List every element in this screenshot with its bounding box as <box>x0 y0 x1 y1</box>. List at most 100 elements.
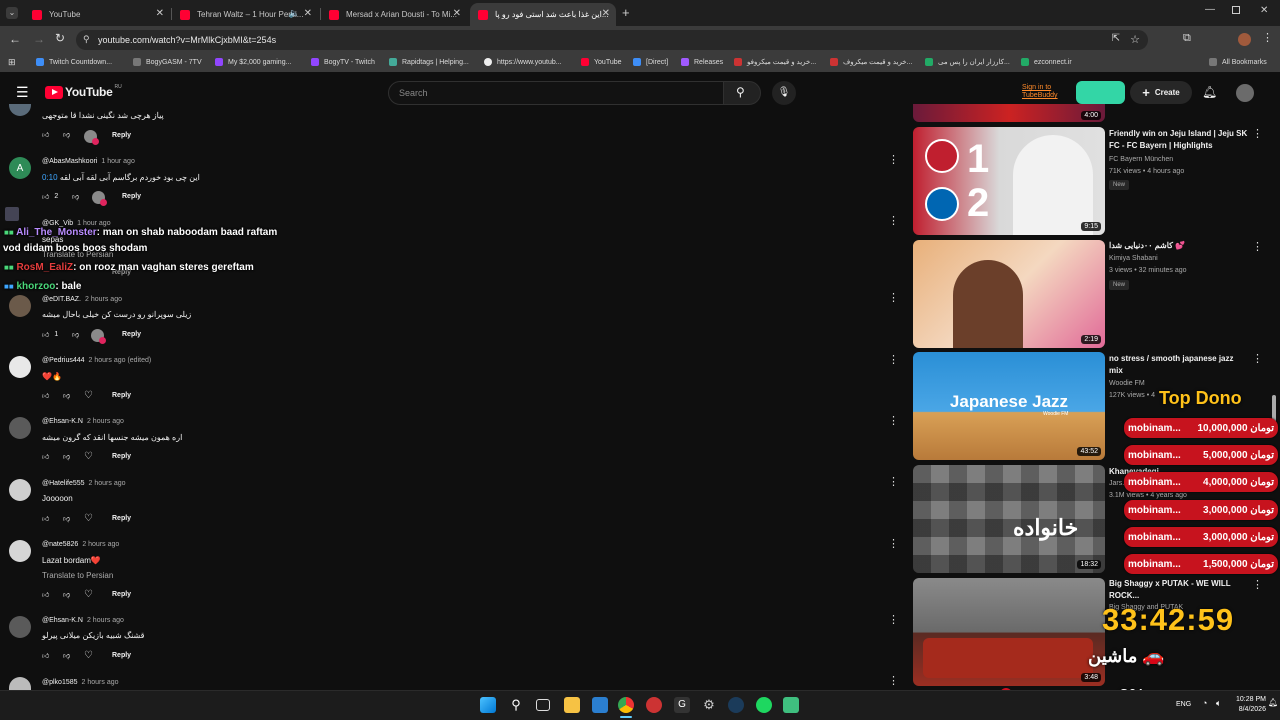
comment-avatar[interactable] <box>5 207 19 221</box>
video-channel[interactable]: FC Bayern München <box>1109 156 1173 163</box>
bookmark-item[interactable]: کارزار ایران را پس می... <box>925 58 1010 66</box>
like-button[interactable]: 👍︎ <box>42 590 49 599</box>
voice-search-button[interactable]: 🎙 <box>772 81 796 105</box>
forward-icon[interactable]: → <box>33 32 45 46</box>
close-tab-icon[interactable]: ✕ <box>156 8 164 19</box>
like-button[interactable]: 👍︎ 1 <box>42 330 58 339</box>
comment-menu-icon[interactable]: ⋮ <box>888 293 899 304</box>
bookmark-star-icon[interactable]: ☆ <box>1130 33 1140 46</box>
bookmark-item[interactable]: YouTube <box>581 58 622 66</box>
dislike-button[interactable]: 👎︎ <box>63 452 70 461</box>
notifications-bell-icon[interactable]: 🔔︎ <box>1202 85 1217 99</box>
app-icon[interactable] <box>783 697 799 713</box>
video-title[interactable]: کاشم ۰۰دنیایی شدا 💕 <box>1109 240 1249 252</box>
chrome-icon[interactable] <box>618 697 634 713</box>
cast-icon[interactable]: ⇱ <box>1112 33 1120 44</box>
reply-button[interactable]: Reply <box>112 652 131 659</box>
comment-menu-icon[interactable]: ⋮ <box>888 539 899 550</box>
heart-icon[interactable]: ♡ <box>84 513 93 524</box>
video-menu-icon[interactable]: ⋮ <box>1252 580 1263 591</box>
comment-author[interactable]: @Pedrius444 2 hours ago (edited) <box>42 357 151 364</box>
bookmark-item[interactable]: [Direct] <box>633 58 668 66</box>
like-button[interactable]: 👍︎ <box>42 452 49 461</box>
bookmark-item[interactable]: خرید و قیمت میکروف... <box>830 58 912 66</box>
back-icon[interactable]: ← <box>9 32 21 46</box>
comment-avatar[interactable] <box>9 356 31 378</box>
search-input[interactable]: Search <box>388 81 724 105</box>
comment-menu-icon[interactable]: ⋮ <box>888 155 899 166</box>
video-thumbnail[interactable]: 2:19 <box>913 240 1105 348</box>
like-button[interactable]: 👍︎ 2 <box>42 192 58 201</box>
account-avatar[interactable] <box>1236 84 1254 102</box>
wifi-icon[interactable]: ◔ <box>1202 698 1207 708</box>
hamburger-menu-icon[interactable]: ☰ <box>16 84 29 101</box>
heart-icon[interactable]: ♡ <box>84 451 93 462</box>
bookmark-item[interactable]: Twitch Countdown... <box>36 58 112 66</box>
video-title[interactable]: Big Shaggy x PUTAK - WE WILL ROCK... <box>1109 578 1249 602</box>
comment-avatar[interactable]: A <box>9 157 31 179</box>
app-icon[interactable]: G <box>674 697 690 713</box>
speaker-icon[interactable]: 🔈 <box>289 8 300 19</box>
profile-avatar[interactable] <box>1238 33 1251 46</box>
settings-gear-icon[interactable]: ⚙ <box>701 697 717 713</box>
dislike-button[interactable]: 👎︎ <box>63 514 70 523</box>
heart-icon[interactable]: ♡ <box>84 589 93 600</box>
task-view-icon[interactable] <box>536 699 550 711</box>
address-bar[interactable]: ⚲ youtube.com/watch?v=MrMlkCjxbMI&t=254s… <box>76 30 1148 50</box>
dislike-button[interactable]: 👎︎ <box>63 651 70 660</box>
windows-start-icon[interactable] <box>480 697 496 713</box>
bookmark-item[interactable]: BogyTV - Twitch <box>311 58 375 66</box>
comment-avatar[interactable] <box>9 479 31 501</box>
create-button[interactable]: + Create <box>1130 81 1192 104</box>
bookmark-item[interactable]: BogyGASM - 7TV <box>133 58 202 66</box>
like-button[interactable]: 👍︎ <box>42 130 49 139</box>
video-thumbnail[interactable]: 12 9:15 <box>913 127 1105 235</box>
close-tab-icon[interactable]: ✕ <box>602 8 610 19</box>
comment-menu-icon[interactable]: ⋮ <box>888 416 899 427</box>
reply-button[interactable]: Reply <box>112 515 131 522</box>
language-indicator[interactable]: ENG <box>1176 701 1191 708</box>
new-tab-icon[interactable]: + <box>622 5 630 20</box>
search-button[interactable]: ⚲ <box>723 81 761 105</box>
volume-icon[interactable]: 🔈︎ <box>1216 698 1221 709</box>
video-title[interactable]: Friendly win on Jeju Island | Jeju SK FC… <box>1109 128 1249 152</box>
dislike-button[interactable]: 👎︎ <box>72 330 79 339</box>
app-icon[interactable] <box>646 697 662 713</box>
bookmark-item[interactable]: Rapidtags | Helping... <box>389 58 469 66</box>
video-menu-icon[interactable]: ⋮ <box>1252 354 1263 365</box>
video-menu-icon[interactable]: ⋮ <box>1252 242 1263 253</box>
like-button[interactable]: 👍︎ <box>42 651 49 660</box>
comment-author[interactable]: @eDIT.BAZ. 2 hours ago <box>42 296 122 303</box>
clock[interactable]: 10:28 PM 8/4/2026 <box>1236 695 1266 715</box>
timestamp-link[interactable]: 0:10 <box>42 173 58 182</box>
comment-author[interactable]: @GK_Vib 1 hour ago <box>42 220 111 227</box>
bookmark-item[interactable]: خرید و قیمت میکروفو... <box>734 58 816 66</box>
comment-avatar[interactable] <box>9 540 31 562</box>
apps-icon[interactable]: ⊞ <box>8 57 16 68</box>
bookmark-item[interactable]: My $2,000 gaming... <box>215 58 291 66</box>
video-title[interactable]: no stress / smooth japanese jazz mix <box>1109 353 1249 377</box>
bookmark-item[interactable]: Releases <box>681 58 723 66</box>
notification-bell-icon[interactable]: 🔔︎ <box>1268 698 1278 707</box>
comment-menu-icon[interactable]: ⋮ <box>888 615 899 626</box>
restore-icon[interactable] <box>1232 6 1240 14</box>
reply-button[interactable]: Reply <box>122 331 141 338</box>
video-channel[interactable]: Kimiya Shabani <box>1109 255 1158 262</box>
bookmark-item[interactable]: https://www.youtub... <box>484 58 562 66</box>
heart-icon[interactable]: ♡ <box>84 390 93 401</box>
tubebuddy-signin[interactable]: Sign in to TubeBuddy <box>1022 84 1072 100</box>
tab-search-icon[interactable]: ⌄ <box>6 7 18 19</box>
comment-menu-icon[interactable]: ⋮ <box>888 676 899 687</box>
tab-active-video[interactable]: این غذا باعث شد استی فود رو پا... ✕ <box>470 3 616 26</box>
reply-button[interactable]: Reply <box>112 392 131 399</box>
tab-youtube[interactable]: YouTube ✕ <box>24 3 170 26</box>
video-channel[interactable]: Woodie FM <box>1109 380 1145 387</box>
all-bookmarks[interactable]: All Bookmarks <box>1209 58 1267 66</box>
close-tab-icon[interactable]: ✕ <box>304 8 312 19</box>
translate-link[interactable]: Translate to Persian <box>42 571 113 580</box>
like-button[interactable]: 👍︎ <box>42 391 49 400</box>
comment-author[interactable]: @Hatelife555 2 hours ago <box>42 480 126 487</box>
close-window-icon[interactable]: ✕ <box>1260 5 1268 16</box>
dislike-button[interactable]: 👎︎ <box>63 391 70 400</box>
extensions-icon[interactable]: ⧉ <box>1183 32 1191 45</box>
